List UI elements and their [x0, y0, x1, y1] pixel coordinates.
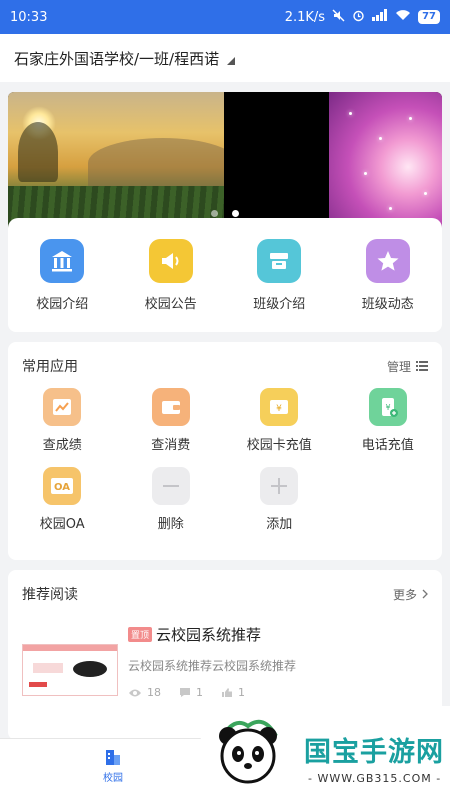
- svg-text:OA: OA: [54, 482, 70, 493]
- comment-icon: [180, 688, 190, 697]
- watermark-brand: 国宝手游网: [304, 737, 444, 768]
- hill-shape: [88, 138, 238, 188]
- app-label: 校园OA: [39, 517, 85, 532]
- pinned-badge: 置顶: [128, 627, 153, 642]
- article-title: 云校园系统推荐: [156, 626, 262, 644]
- svg-text:¥: ¥: [385, 403, 390, 412]
- banner-slide-black: [224, 92, 329, 228]
- building-icon: [40, 238, 85, 283]
- app-campus-oa[interactable]: OA 校园OA: [8, 467, 117, 532]
- app-label: 删除: [157, 517, 184, 532]
- oa-icon: OA: [43, 467, 82, 505]
- wifi-icon: [395, 9, 411, 25]
- manage-label: 管理: [386, 359, 411, 374]
- quick-label: 校园公告: [144, 296, 197, 312]
- eye-icon: [129, 689, 141, 696]
- status-time: 10:33: [10, 9, 48, 25]
- like-count: 1: [238, 686, 245, 699]
- app-label: 添加: [266, 517, 293, 532]
- app-query-spending[interactable]: 查消费: [117, 388, 226, 453]
- app-label: 查消费: [151, 438, 191, 453]
- watermark: 国宝手游网 - WWW.GB315.COM -: [200, 706, 450, 800]
- wallet-icon: [151, 388, 190, 426]
- view-count: 18: [147, 686, 161, 699]
- nav-label: 校园: [103, 773, 123, 784]
- more-label: 更多: [392, 587, 417, 602]
- school-path: 石家庄外国语学校/一班/程西诺: [14, 49, 220, 68]
- app-query-scores[interactable]: 查成绩: [8, 388, 117, 453]
- quick-label: 校园介绍: [36, 296, 89, 312]
- app-add-button[interactable]: 添加: [225, 467, 334, 532]
- more-button[interactable]: 更多: [393, 586, 428, 603]
- card-icon: ¥: [260, 388, 299, 426]
- plus-icon: [260, 467, 299, 505]
- section-title: 常用应用: [22, 359, 78, 375]
- star-icon: [365, 238, 410, 283]
- article-desc: 云校园系统推荐云校园系统推荐: [128, 659, 297, 673]
- app-campus-card-recharge[interactable]: ¥ 校园卡充值: [225, 388, 334, 453]
- status-bar: 10:33 2.1K/s 77: [0, 0, 450, 34]
- list-icon: [416, 361, 428, 371]
- dropdown-triangle-icon: [227, 57, 236, 65]
- thumbs-up-icon: [222, 688, 232, 697]
- campus-building-icon: [106, 750, 120, 765]
- quick-item-school-intro[interactable]: 校园介绍: [12, 238, 112, 312]
- signal-icon: [372, 9, 388, 25]
- tree-shape: [18, 122, 58, 182]
- banner-carousel[interactable]: [8, 92, 442, 228]
- nav-item-campus[interactable]: 校园: [90, 747, 136, 784]
- common-apps-section: 常用应用 管理 查成绩 查消费 ¥ 校园卡充值 ¥ 电话充值 OA 校园OA 删…: [8, 342, 442, 560]
- alarm-icon: [352, 9, 365, 26]
- banner-slide-landscape: [8, 92, 238, 228]
- battery-icon: 77: [418, 10, 440, 24]
- article-thumbnail: [22, 644, 118, 696]
- section-title: 推荐阅读: [22, 587, 78, 603]
- panda-logo-icon: [219, 719, 278, 784]
- quick-item-class-intro[interactable]: 班级介绍: [229, 238, 329, 312]
- svg-text:¥: ¥: [276, 404, 282, 414]
- status-icons: 2.1K/s 77: [285, 9, 440, 26]
- chart-icon: [43, 388, 82, 426]
- carousel-dots: [211, 210, 239, 217]
- app-label: 电话充值: [361, 438, 414, 453]
- minus-icon: [151, 467, 190, 505]
- carousel-dot[interactable]: [211, 210, 218, 217]
- chevron-right-icon: [422, 589, 428, 599]
- quick-label: 班级动态: [361, 296, 414, 312]
- phone-recharge-icon: ¥: [368, 388, 407, 426]
- app-phone-recharge[interactable]: ¥ 电话充值: [334, 388, 443, 453]
- carousel-dot-active[interactable]: [232, 210, 239, 217]
- manage-button[interactable]: 管理: [387, 358, 428, 375]
- quick-label: 班级介绍: [253, 296, 306, 312]
- mute-icon: [332, 9, 345, 26]
- megaphone-icon: [148, 238, 193, 283]
- article-item[interactable]: 置顶 云校园系统推荐 云校园系统推荐云校园系统推荐 18 1 1: [8, 604, 442, 699]
- banner-slide-sparkle: [329, 92, 442, 228]
- quick-item-school-notice[interactable]: 校园公告: [121, 238, 221, 312]
- network-speed: 2.1K/s: [284, 9, 326, 25]
- app-label: 校园卡充值: [246, 438, 312, 453]
- app-label: 查成绩: [42, 438, 82, 453]
- app-delete-button[interactable]: 删除: [117, 467, 226, 532]
- comment-count: 1: [196, 686, 203, 699]
- school-selector[interactable]: 石家庄外国语学校/一班/程西诺: [0, 34, 450, 82]
- quick-nav: 校园介绍 校园公告 班级介绍 班级动态: [8, 218, 442, 332]
- classroom-icon: [257, 238, 302, 283]
- watermark-url: - WWW.GB315.COM -: [308, 772, 442, 785]
- quick-item-class-news[interactable]: 班级动态: [338, 238, 438, 312]
